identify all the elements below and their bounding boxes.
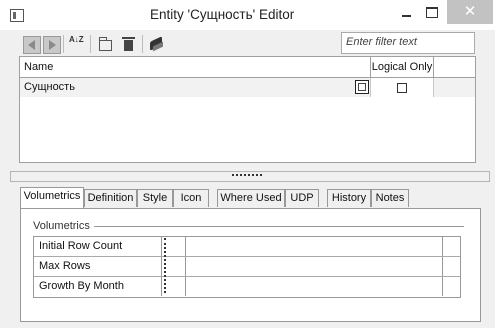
- volumetrics-table: Initial Row Count Max Rows Growth By Mon…: [33, 236, 461, 298]
- property-handle: [165, 237, 186, 256]
- previous-icon[interactable]: [23, 36, 41, 54]
- grid-header: Name Logical Only: [20, 57, 475, 78]
- maximize-button[interactable]: [426, 7, 438, 18]
- toolbar-separator: [63, 35, 64, 53]
- tab-volumetrics[interactable]: Volumetrics: [20, 187, 84, 208]
- filter-input[interactable]: [342, 33, 476, 51]
- tab-icon[interactable]: Icon: [173, 189, 209, 207]
- property-handle: [165, 277, 186, 296]
- column-resize-grip-icon[interactable]: [164, 238, 168, 293]
- table-row: Initial Row Count: [34, 237, 460, 257]
- next-icon[interactable]: [43, 36, 61, 54]
- editor-window: Entity 'Сущность' Editor ✕ A↓Z Name Logi…: [0, 0, 495, 328]
- group-divider: [94, 226, 464, 227]
- property-handle: [165, 257, 186, 276]
- initial-row-count-field[interactable]: [186, 237, 443, 256]
- toolbar: A↓Z: [19, 33, 339, 55]
- filter-field[interactable]: [341, 32, 476, 54]
- tab-udp[interactable]: UDP: [285, 189, 319, 207]
- minimize-button[interactable]: [399, 6, 415, 20]
- logical-only-checkbox[interactable]: [397, 83, 407, 93]
- property-label: Max Rows: [34, 257, 162, 276]
- table-row: Max Rows: [34, 257, 460, 277]
- tab-style[interactable]: Style: [137, 189, 173, 207]
- window-title: Entity 'Сущность' Editor: [150, 7, 295, 22]
- toolbar-separator: [142, 35, 143, 53]
- close-button[interactable]: ✕: [447, 0, 493, 24]
- title-bar: Entity 'Сущность' Editor ✕: [0, 0, 495, 30]
- table-row[interactable]: Сущность: [20, 78, 475, 97]
- tab-notes[interactable]: Notes: [371, 189, 409, 207]
- column-header-logical-only[interactable]: Logical Only: [370, 57, 434, 77]
- app-icon[interactable]: [10, 9, 24, 22]
- sort-icon[interactable]: A↓Z: [69, 36, 85, 52]
- toolbar-separator: [90, 35, 91, 53]
- entity-grid: Name Logical Only Сущность: [19, 56, 476, 163]
- tab-definition[interactable]: Definition: [84, 189, 137, 207]
- tab-where-used[interactable]: Where Used: [217, 189, 285, 207]
- new-icon[interactable]: [98, 36, 114, 52]
- entity-icon[interactable]: [355, 80, 369, 94]
- table-row: Growth By Month: [34, 277, 460, 296]
- grip-dots-icon: [232, 174, 262, 179]
- book-icon[interactable]: [149, 36, 165, 52]
- delete-icon[interactable]: [122, 36, 138, 52]
- column-header-name[interactable]: Name: [24, 61, 53, 73]
- growth-by-month-field[interactable]: [186, 277, 443, 296]
- property-label: Initial Row Count: [34, 237, 162, 256]
- property-label: Growth By Month: [34, 277, 162, 296]
- tab-history[interactable]: History: [327, 189, 371, 207]
- splitter-handle[interactable]: [10, 171, 490, 182]
- volumetrics-group-label: Volumetrics: [33, 220, 90, 232]
- max-rows-field[interactable]: [186, 257, 443, 276]
- entity-name-cell[interactable]: Сущность: [24, 81, 75, 93]
